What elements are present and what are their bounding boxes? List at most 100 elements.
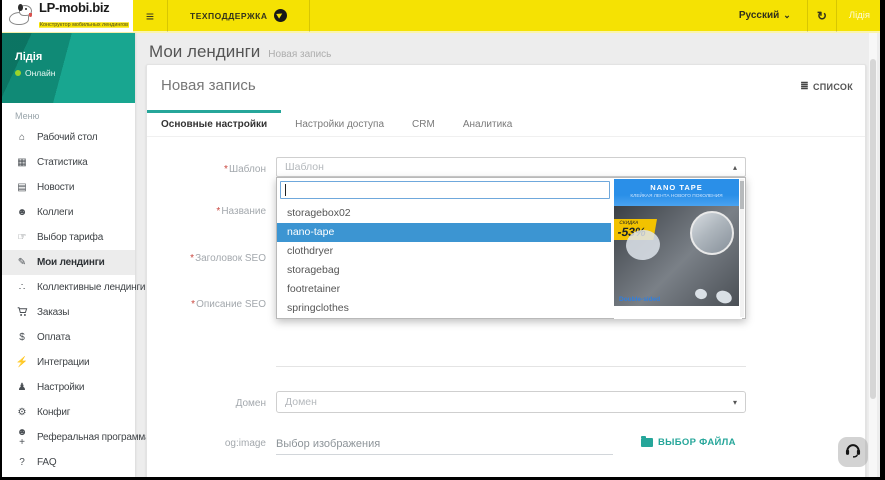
template-label: *Шаблон: [224, 164, 266, 175]
user-icon: ♟: [17, 381, 27, 393]
logo-subtitle: Конструктор мобильных лендингов: [39, 22, 129, 28]
page-scrollbar[interactable]: [869, 33, 877, 477]
list-button[interactable]: ≣ СПИСОК: [800, 81, 853, 92]
sidebar-user-name: Лідія: [15, 51, 43, 63]
topbar-divider: [308, 0, 310, 32]
topbar-username[interactable]: Лідія: [837, 10, 880, 21]
support-link[interactable]: ТЕХПОДДЕРЖКА ▶: [168, 0, 309, 32]
preview-ad-image: NANO TAPE КЛЕЙКАЯ ЛЕНТА НОВОГО ПОКОЛЕНИЯ…: [614, 179, 739, 306]
online-status-dot: [15, 70, 21, 76]
refresh-icon[interactable]: ↻: [808, 9, 836, 23]
content-area: Мои лендинги Новая запись Новая запись ≣…: [135, 33, 880, 477]
scrollbar-thumb[interactable]: [870, 59, 876, 399]
template-preview: NANO TAPE КЛЕЙКАЯ ЛЕНТА НОВОГО ПОКОЛЕНИЯ…: [614, 179, 742, 319]
sidebar-item-payment[interactable]: $ Оплата: [2, 325, 135, 350]
menu-section-label: Меню: [15, 111, 40, 121]
template-search-input[interactable]: [280, 181, 610, 199]
preview-subtitle: КЛЕЙКАЯ ЛЕНТА НОВОГО ПОКОЛЕНИЯ: [630, 193, 723, 199]
user-plus-icon: ☻+: [16, 426, 28, 448]
plug-icon: ⚡: [15, 356, 29, 368]
record-form: *Шаблон *Название *Заголовок SEO *Описан…: [147, 137, 865, 477]
sidebar-item-statistics[interactable]: ▦ Статистика: [2, 150, 135, 175]
telegram-icon: ▶: [273, 9, 287, 22]
option-footretainer[interactable]: footretainer: [277, 280, 611, 299]
people-icon: ☻: [16, 206, 28, 218]
seo-title-label: *Заголовок SEO: [190, 253, 266, 264]
option-storagebox02[interactable]: storagebox02: [277, 204, 611, 223]
option-nano-tape[interactable]: nano-tape: [277, 223, 611, 242]
sidebar-item-desktop[interactable]: ⌂ Рабочий стол: [2, 125, 135, 150]
tabs-bar: Основные настройки Настройки доступа CRM…: [147, 110, 865, 137]
sidebar-item-orders[interactable]: Заказы: [2, 300, 135, 325]
sidebar-item-news[interactable]: ▤ Новости: [2, 175, 135, 200]
option-clothdryer[interactable]: clothdryer: [277, 242, 611, 261]
page-title: Мои лендинги: [149, 42, 261, 61]
gear-icon: ⚙: [17, 406, 27, 418]
breadcrumb: Новая запись: [268, 49, 332, 60]
domain-placeholder: Домен: [285, 396, 317, 408]
template-placeholder: Шаблон: [285, 161, 324, 173]
chart-icon: ▦: [17, 156, 27, 168]
question-icon: ?: [19, 456, 25, 468]
sidebar: Лідія Онлайн Меню ⌂ Рабочий стол ▦ Стати…: [2, 33, 151, 477]
sidebar-item-colleagues[interactable]: ☻ Коллеги: [2, 200, 135, 225]
support-label: ТЕХПОДДЕРЖКА: [190, 10, 268, 21]
tab-analytics[interactable]: Аналитика: [449, 110, 527, 136]
tab-access-settings[interactable]: Настройки доступа: [281, 110, 398, 136]
chevron-down-icon: ⌄: [783, 10, 791, 20]
dog-logo-icon: [8, 3, 34, 28]
language-label: Русский: [738, 10, 780, 21]
og-image-input[interactable]: [276, 433, 613, 455]
hand-pointer-icon: ☞: [17, 231, 27, 243]
headset-icon: [844, 441, 862, 464]
list-icon: ≣: [800, 81, 809, 92]
domain-select[interactable]: Домен ▾: [276, 391, 746, 413]
sidebar-item-referral[interactable]: ☻+ Реферальная программа: [2, 425, 151, 450]
text-cursor: [285, 184, 286, 196]
new-record-card: Новая запись ≣ СПИСОК Основные настройки…: [146, 64, 866, 477]
folder-icon: [641, 436, 653, 447]
tape-piece-image: [714, 288, 734, 306]
chevron-down-icon: ▾: [732, 397, 737, 407]
sidebar-item-tariff[interactable]: ☞ Выбор тарифа: [2, 225, 135, 250]
cart-icon: [15, 306, 29, 320]
newspaper-icon: ▤: [17, 181, 27, 193]
template-select[interactable]: Шаблон ▴: [276, 157, 746, 177]
name-label: *Название: [216, 206, 266, 217]
logo-title: LP-mobi.biz: [39, 0, 110, 15]
card-title: Новая запись: [161, 77, 256, 94]
tab-main-settings[interactable]: Основные настройки: [147, 110, 282, 136]
pencil-icon: ✎: [17, 256, 27, 268]
domain-label: Домен: [235, 398, 266, 409]
logo[interactable]: LP-mobi.biz Конструктор мобильных лендин…: [2, 0, 133, 32]
sidebar-item-my-landings[interactable]: ✎ Мои лендинги: [2, 250, 135, 275]
sidebar-item-settings[interactable]: ♟ Настройки: [2, 375, 135, 400]
desktop-icon: ⌂: [18, 131, 26, 143]
tab-crm[interactable]: CRM: [398, 110, 449, 136]
template-options-list: storagebox02 nano-tape clothdryer storag…: [277, 204, 611, 318]
option-storagebag[interactable]: storagebag: [277, 261, 611, 280]
sidebar-item-integrations[interactable]: ⚡ Интеграции: [2, 350, 135, 375]
language-selector[interactable]: Русский ⌄: [723, 0, 807, 32]
seo-description-field-underline: [276, 366, 746, 367]
app-window: LP-mobi.biz Конструктор мобильных лендин…: [2, 0, 880, 477]
sidebar-user-panel: Лідія Онлайн: [2, 33, 135, 103]
seo-description-label: *Описание SEO: [191, 299, 266, 310]
share-icon: ∴: [18, 281, 26, 293]
template-dropdown: storagebox02 nano-tape clothdryer storag…: [276, 177, 746, 319]
support-chat-button[interactable]: [838, 437, 868, 467]
choose-file-button[interactable]: ВЫБОР ФАЙЛА: [641, 436, 736, 448]
dropdown-scrollbar[interactable]: [740, 179, 744, 317]
sidebar-item-collective-landings[interactable]: ∴ Коллективные лендинги: [2, 275, 146, 300]
tape-piece-image: [693, 287, 709, 301]
sidebar-toggle-icon[interactable]: ≡: [133, 8, 167, 24]
sidebar-item-config[interactable]: ⚙ Конфиг: [2, 400, 135, 425]
og-image-label: og:image: [224, 438, 266, 449]
sidebar-user-status: Онлайн: [25, 68, 56, 78]
sidebar-item-faq[interactable]: ? FAQ: [2, 450, 135, 475]
topbar: LP-mobi.biz Конструктор мобильных лендин…: [2, 0, 880, 33]
preview-brand-text: Double-sided: [619, 296, 661, 303]
preview-inset-photo: [690, 211, 734, 255]
preview-title: NANO TAPE: [650, 183, 703, 192]
option-springclothes[interactable]: springclothes: [277, 299, 611, 318]
